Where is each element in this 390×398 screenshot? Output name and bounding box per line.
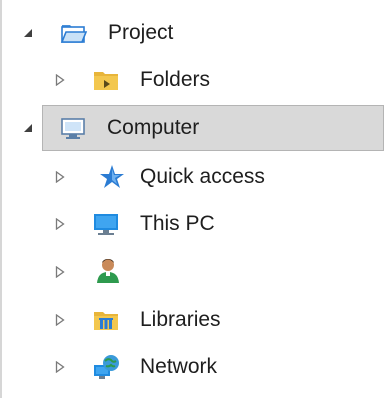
tree-item-user[interactable]	[2, 249, 384, 295]
tree-item-label: Network	[140, 355, 218, 378]
computer-icon	[59, 114, 87, 142]
collapsed-arrow-icon[interactable]	[54, 361, 66, 373]
monitor-icon	[92, 210, 120, 238]
network-icon	[92, 353, 120, 381]
folder-open-icon	[60, 19, 88, 47]
star-icon	[96, 163, 124, 191]
collapsed-arrow-icon[interactable]	[54, 74, 66, 86]
tree-item-folders[interactable]: Folders	[2, 57, 384, 103]
tree-item-network[interactable]: Network	[2, 344, 384, 390]
collapsed-arrow-icon[interactable]	[54, 266, 66, 278]
folder-icon	[92, 66, 120, 94]
user-icon	[94, 256, 122, 284]
collapsed-arrow-icon[interactable]	[54, 314, 66, 326]
tree-item-quick-access[interactable]: Quick access	[2, 154, 384, 200]
tree-item-label: Computer	[107, 116, 200, 139]
tree-item-label: Libraries	[140, 308, 221, 331]
tree-item-libraries[interactable]: Libraries	[2, 297, 384, 343]
navigation-tree: Project Folders Computer Quick access Th…	[0, 0, 390, 398]
tree-item-project[interactable]: Project	[2, 10, 384, 56]
expanded-arrow-icon[interactable]	[22, 122, 34, 134]
tree-item-label: Project	[108, 21, 174, 44]
collapsed-arrow-icon[interactable]	[54, 218, 66, 230]
tree-item-label: This PC	[140, 212, 215, 235]
tree-item-this-pc[interactable]: This PC	[2, 201, 384, 247]
tree-item-computer[interactable]: Computer	[42, 105, 384, 151]
expanded-arrow-icon[interactable]	[22, 27, 34, 39]
tree-item-label: Quick access	[140, 165, 265, 188]
library-icon	[92, 306, 120, 334]
collapsed-arrow-icon[interactable]	[54, 171, 66, 183]
tree-item-label: Folders	[140, 68, 211, 91]
